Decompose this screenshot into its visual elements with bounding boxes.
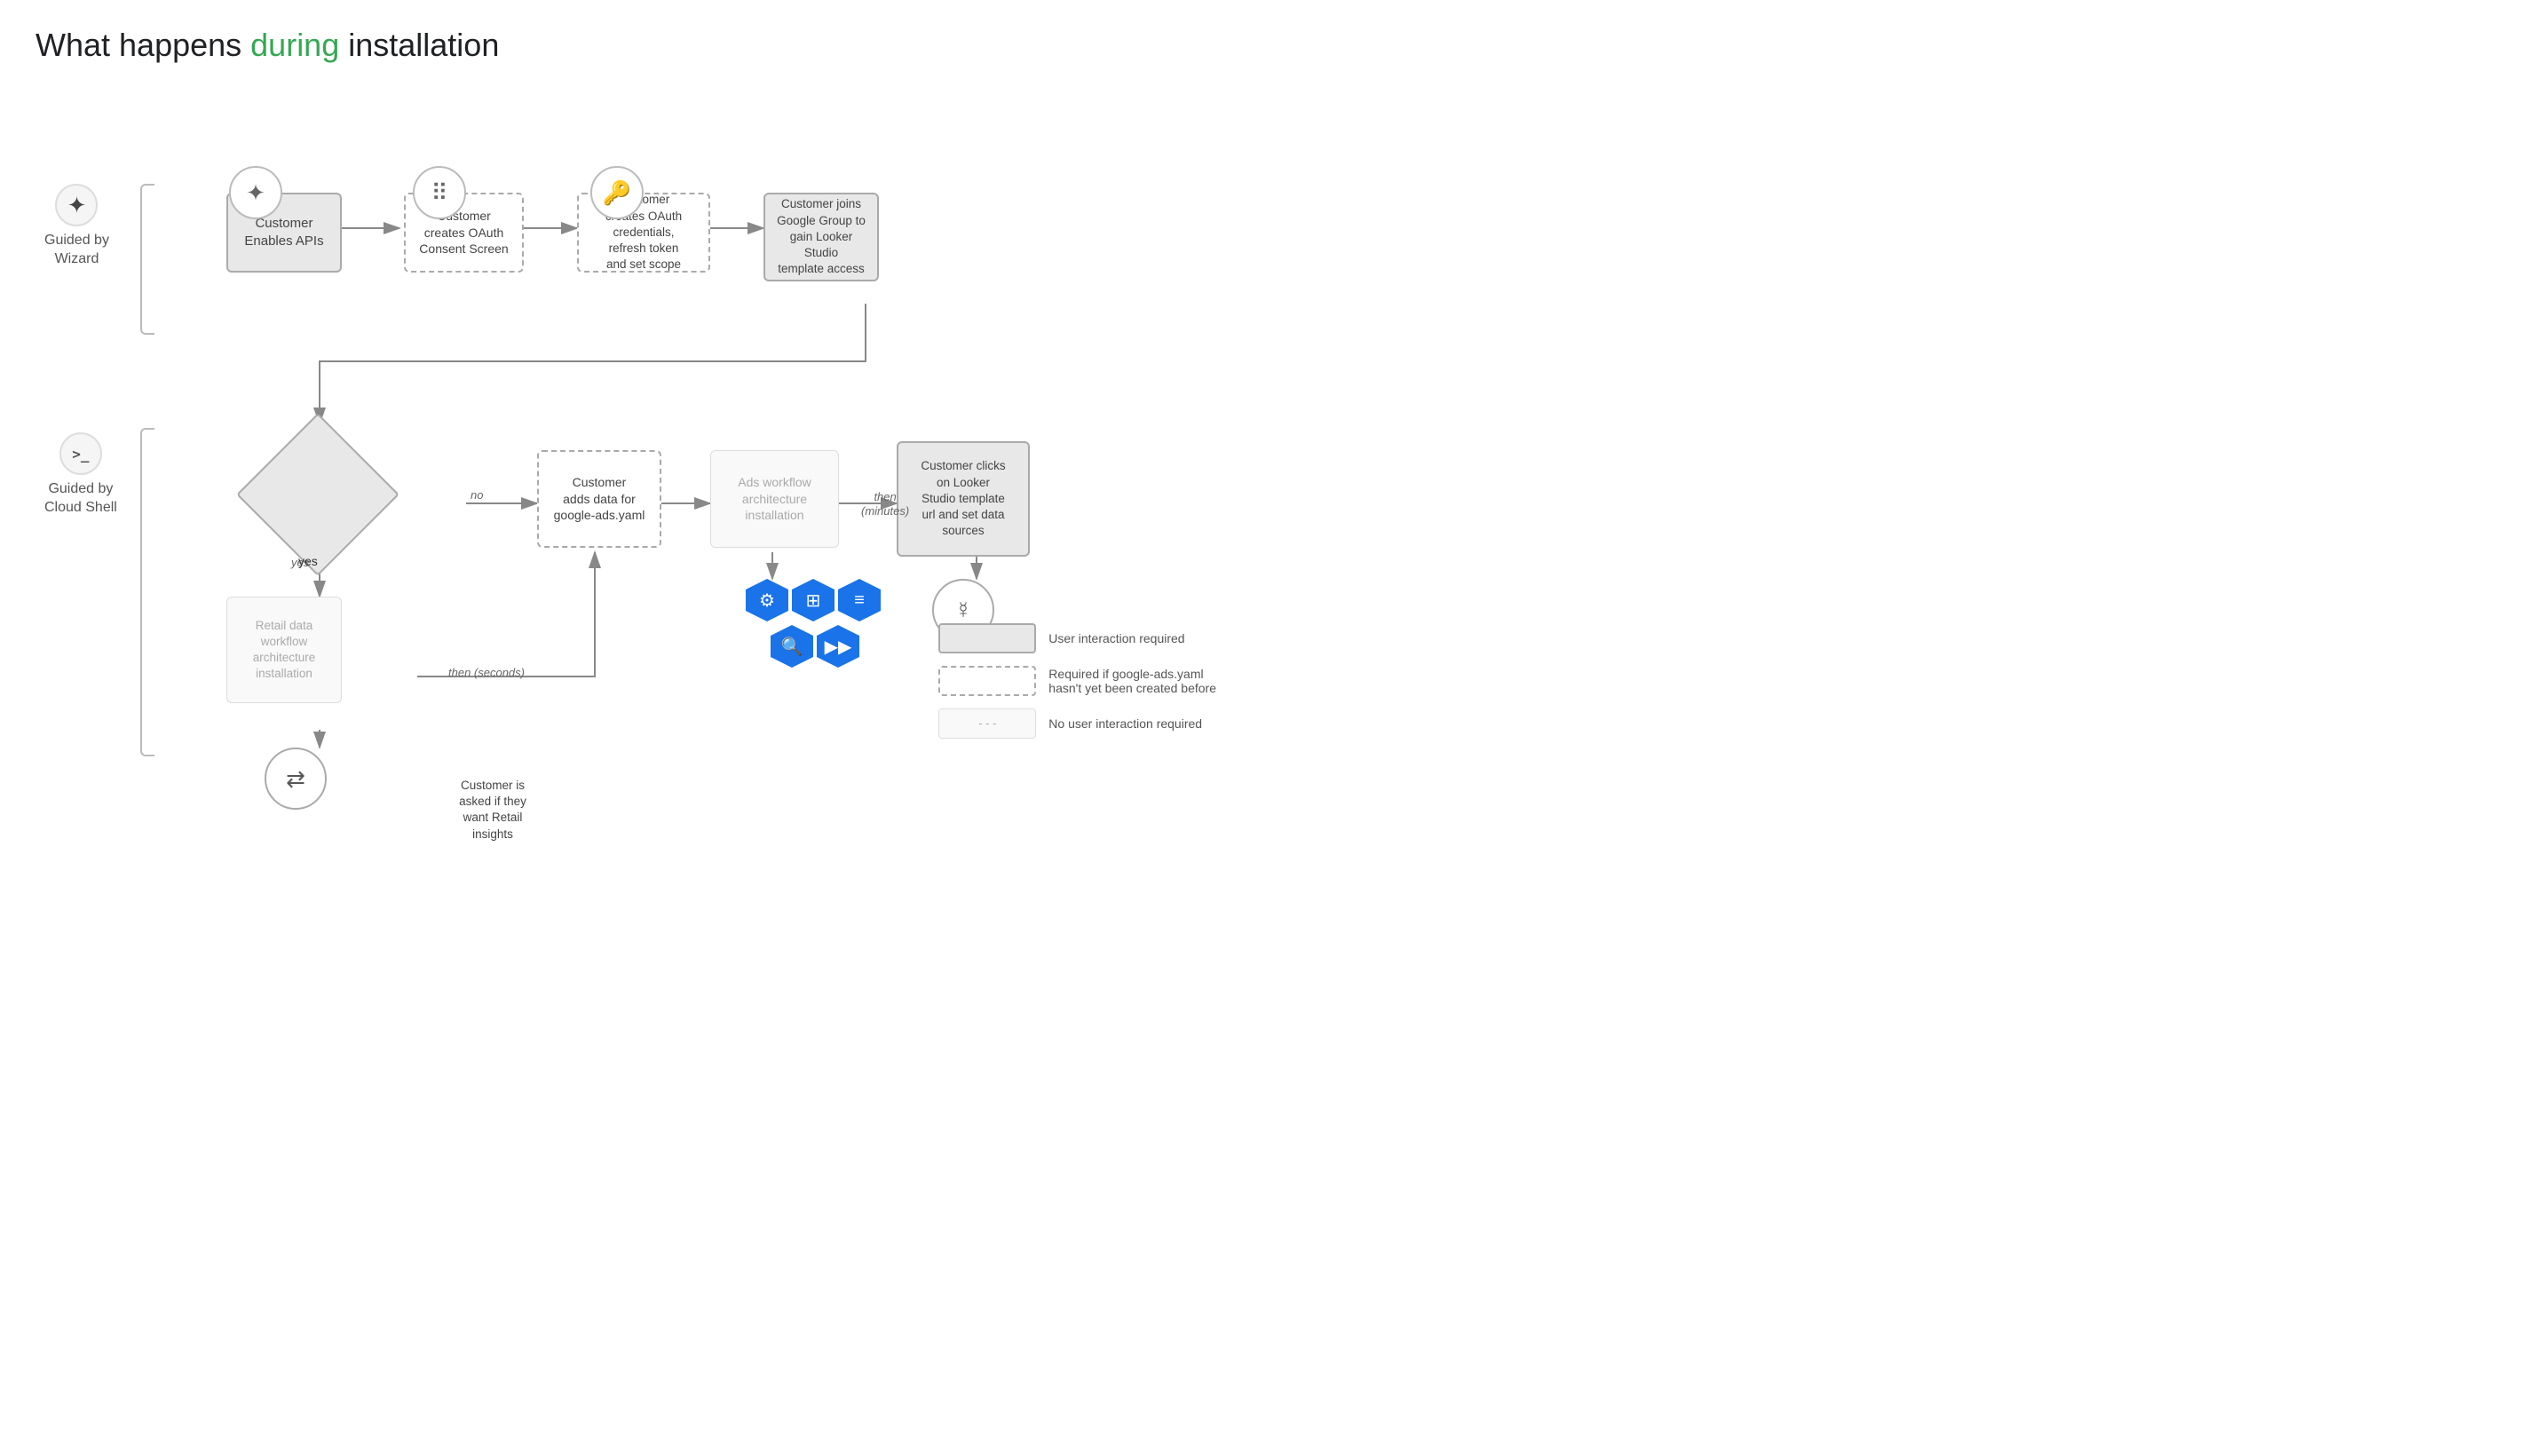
brace-wizard bbox=[140, 184, 154, 335]
lane-wizard-label: ✦ Guided byWizard bbox=[44, 184, 109, 269]
hex-icon-5: ▶▶ bbox=[817, 625, 859, 668]
hex-icon-3: ≡ bbox=[838, 579, 881, 621]
cloudshell-icon: >_ bbox=[59, 432, 102, 475]
label-then-seconds: then (seconds) bbox=[448, 666, 525, 679]
hex-icon-2: ⊞ bbox=[792, 579, 834, 621]
legend-text-solid: User interaction required bbox=[1048, 631, 1184, 645]
diamond-retail bbox=[236, 413, 399, 576]
wizard-label-text: Guided byWizard bbox=[44, 232, 109, 269]
legend-swatch-faint: - - - bbox=[938, 708, 1036, 739]
cloudshell-label-text: Guided byCloud Shell bbox=[44, 480, 117, 518]
page: What happens during installation bbox=[0, 0, 1270, 792]
node-add-data: Customer adds data for google-ads.yaml bbox=[537, 450, 661, 548]
legend-item-dashed: Required if google-ads.yamlhasn't yet be… bbox=[938, 666, 1216, 696]
node-google-group: Customer joins Google Group to gain Look… bbox=[763, 193, 879, 281]
label-no: no bbox=[471, 488, 483, 502]
node-ads-workflow: Ads workflow architecture installation bbox=[710, 450, 839, 548]
diamond-retail-label: Customer is asked if they want Retail in… bbox=[435, 778, 550, 843]
oauth-creds-icon-circle: 🔑 bbox=[590, 166, 644, 219]
hex-icon-4: 🔍 bbox=[771, 625, 813, 668]
title-suffix: installation bbox=[339, 27, 499, 63]
page-title: What happens during installation bbox=[36, 27, 1234, 64]
circle-retail: ⇄ bbox=[265, 748, 327, 810]
legend: User interaction required Required if go… bbox=[938, 623, 1216, 739]
legend-item-faint: - - - No user interaction required bbox=[938, 708, 1216, 739]
legend-text-dashed: Required if google-ads.yamlhasn't yet be… bbox=[1048, 667, 1216, 695]
diagram: ✦ Guided byWizard ✦ Customer Enables API… bbox=[36, 99, 1234, 765]
lane-cloudshell-label: >_ Guided byCloud Shell bbox=[44, 432, 117, 518]
hex-icon-1: ⚙ bbox=[746, 579, 788, 621]
wizard-icon: ✦ bbox=[55, 184, 98, 226]
legend-swatch-dashed bbox=[938, 666, 1036, 696]
legend-text-faint: No user interaction required bbox=[1048, 716, 1202, 731]
legend-swatch-solid bbox=[938, 623, 1036, 653]
hex-group: ⚙ ⊞ ≡ 🔍 ▶▶ bbox=[746, 579, 888, 668]
title-prefix: What happens bbox=[36, 27, 250, 63]
yes-label: yes bbox=[298, 554, 318, 568]
node-looker-click: Customer clicks on Looker Studio templat… bbox=[897, 441, 1030, 557]
oauth-consent-icon-circle: ⠿ bbox=[413, 166, 466, 219]
apis-icon-circle: ✦ bbox=[229, 166, 282, 219]
label-then-minutes: then(minutes) bbox=[861, 490, 909, 518]
brace-cloudshell bbox=[140, 428, 154, 756]
legend-item-solid: User interaction required bbox=[938, 623, 1216, 653]
node-retail-data: Retail data workflow architecture instal… bbox=[226, 597, 342, 703]
title-highlight: during bbox=[250, 27, 339, 63]
